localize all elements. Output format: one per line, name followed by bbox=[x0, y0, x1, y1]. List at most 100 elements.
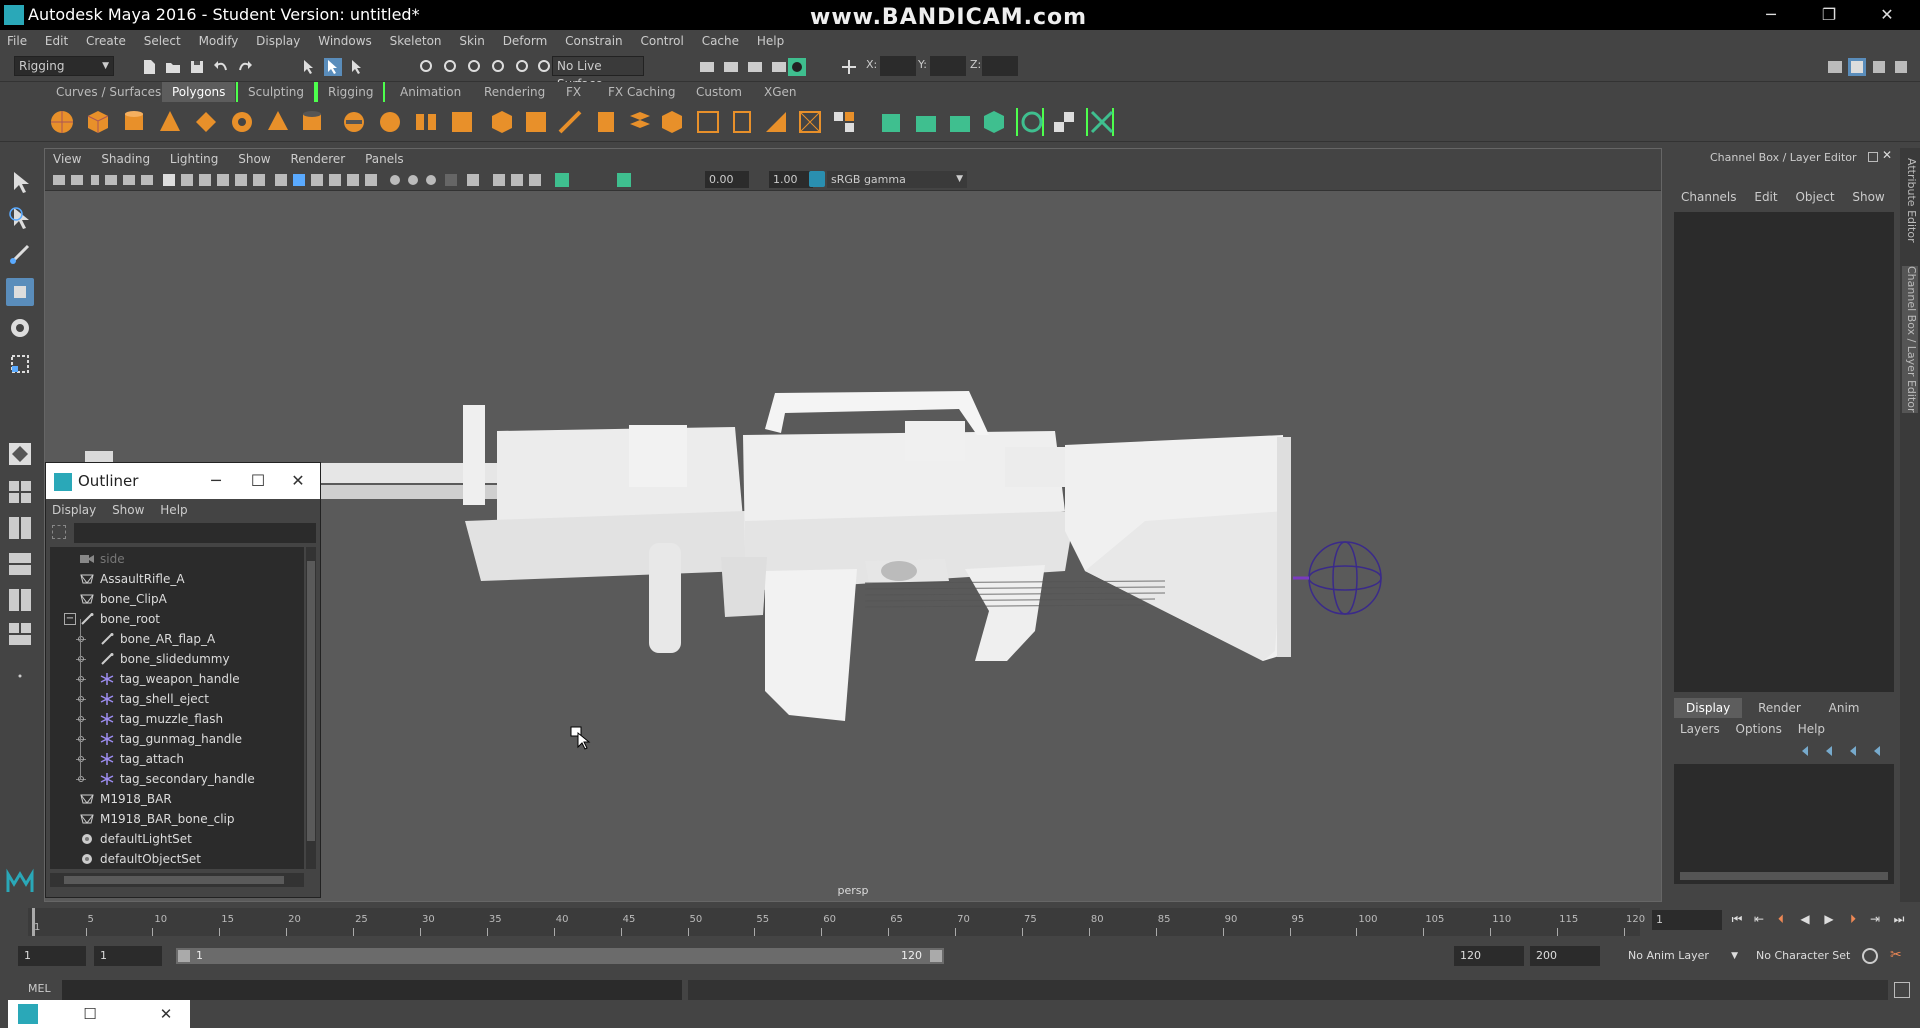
paint-select-tool-icon[interactable] bbox=[6, 240, 34, 268]
lasso-tool-icon[interactable] bbox=[6, 204, 34, 232]
outliner-item[interactable]: bone_slidedummy bbox=[50, 649, 304, 669]
redo-icon[interactable] bbox=[236, 58, 254, 76]
render-settings-icon[interactable] bbox=[746, 58, 764, 76]
vp-menu-renderer[interactable]: Renderer bbox=[282, 149, 353, 169]
tab-fx-caching[interactable]: FX Caching bbox=[598, 82, 685, 102]
anim-layer-dropdown[interactable]: No Anim Layer ▼ bbox=[1622, 946, 1740, 966]
range-start-handle[interactable] bbox=[178, 950, 190, 962]
viewport-toolbar-icons[interactable] bbox=[49, 169, 709, 191]
tab-display-layers[interactable]: Display bbox=[1674, 698, 1743, 718]
outliner-item[interactable]: tag_muzzle_flash bbox=[50, 709, 304, 729]
menu-constrain[interactable]: Constrain bbox=[558, 30, 630, 52]
outliner-hscroll-thumb[interactable] bbox=[64, 876, 284, 884]
outliner-minimize-button[interactable]: ─ bbox=[196, 467, 236, 495]
graph-editor-layout-icon[interactable] bbox=[6, 586, 34, 614]
layer-menu-options[interactable]: Options bbox=[1730, 722, 1788, 736]
poly-plane-icon[interactable] bbox=[192, 108, 220, 136]
outliner-item[interactable]: tag_attach bbox=[50, 749, 304, 769]
outliner-item[interactable]: tag_shell_eject bbox=[50, 689, 304, 709]
menu-skeleton[interactable]: Skeleton bbox=[383, 30, 449, 52]
step-back-frame-icon[interactable]: ⏴ bbox=[1772, 912, 1790, 928]
outliner-menu-display[interactable]: Display bbox=[46, 499, 102, 521]
transform-constraint-icon[interactable] bbox=[840, 58, 858, 76]
tool-settings-icon[interactable] bbox=[1870, 58, 1888, 76]
vp-menu-lighting[interactable]: Lighting bbox=[162, 149, 227, 169]
multi-cut-icon[interactable] bbox=[556, 108, 584, 136]
snap-curve-icon[interactable] bbox=[442, 58, 460, 76]
outliner-item[interactable]: bone_AR_flap_A bbox=[50, 629, 304, 649]
y-field[interactable] bbox=[930, 56, 966, 76]
color-management-icon[interactable] bbox=[809, 171, 825, 187]
color-space-dropdown[interactable]: sRGB gamma ▼ bbox=[827, 171, 967, 188]
go-to-start-icon[interactable]: ⏮ bbox=[1728, 912, 1746, 928]
search-filter-icon[interactable] bbox=[52, 525, 66, 539]
outliner-horizontal-scrollbar[interactable] bbox=[50, 873, 304, 887]
select-hierarchy-icon[interactable] bbox=[300, 58, 318, 76]
rig-constraint-icon[interactable] bbox=[1086, 108, 1114, 136]
outliner-maximize-button[interactable]: ☐ bbox=[238, 467, 278, 495]
bevel-icon[interactable] bbox=[488, 108, 516, 136]
smooth-icon[interactable] bbox=[448, 108, 476, 136]
more-layouts-icon[interactable] bbox=[6, 656, 34, 684]
extract-icon[interactable] bbox=[412, 108, 440, 136]
planar-map-icon[interactable] bbox=[728, 108, 756, 136]
menu-display[interactable]: Display bbox=[249, 30, 307, 52]
outliner-item[interactable]: M1918_BAR bbox=[50, 789, 304, 809]
outliner-close-button[interactable]: ✕ bbox=[278, 467, 318, 495]
combine-icon[interactable] bbox=[340, 108, 368, 136]
step-forward-frame-icon[interactable]: ⏵ bbox=[1844, 912, 1862, 928]
snap-surface-icon[interactable] bbox=[514, 58, 532, 76]
current-time-indicator[interactable] bbox=[32, 908, 35, 936]
tab-xgen[interactable]: XGen bbox=[754, 82, 807, 102]
new-scene-icon[interactable] bbox=[140, 58, 158, 76]
move-tool-icon[interactable] bbox=[6, 278, 34, 306]
float-panel-icon[interactable] bbox=[1868, 152, 1878, 162]
open-scene-icon[interactable] bbox=[164, 58, 182, 76]
tab-fx[interactable]: FX bbox=[556, 82, 591, 102]
layer-menu-layers[interactable]: Layers bbox=[1674, 722, 1726, 736]
single-pane-layout-icon[interactable] bbox=[6, 440, 34, 468]
range-end-handle[interactable] bbox=[930, 950, 942, 962]
select-component-icon[interactable] bbox=[348, 58, 366, 76]
menu-select[interactable]: Select bbox=[137, 30, 188, 52]
poly-cone-icon[interactable] bbox=[156, 108, 184, 136]
x-field[interactable] bbox=[880, 56, 916, 76]
vp-menu-show[interactable]: Show bbox=[230, 149, 278, 169]
select-tool-icon[interactable] bbox=[6, 168, 34, 196]
menu-edit[interactable]: Edit bbox=[38, 30, 75, 52]
menu-skin[interactable]: Skin bbox=[452, 30, 492, 52]
z-field[interactable] bbox=[982, 56, 1018, 76]
minimized-close-button[interactable]: ✕ bbox=[148, 1002, 184, 1026]
outliner-item[interactable]: side bbox=[50, 549, 304, 569]
two-pane-layout-icon[interactable] bbox=[6, 514, 34, 542]
rotate-tool-icon[interactable] bbox=[6, 314, 34, 342]
playback-end-field[interactable]: 120 bbox=[1454, 946, 1524, 966]
close-panel-icon[interactable]: ✕ bbox=[1882, 148, 1892, 162]
root-joint-locator[interactable] bbox=[1293, 541, 1382, 615]
rig-paint-weights-icon[interactable] bbox=[980, 108, 1008, 136]
tab-attribute-editor[interactable]: Attribute Editor bbox=[1902, 158, 1918, 243]
outliner-item[interactable]: tag_weapon_handle bbox=[50, 669, 304, 689]
current-frame-field[interactable]: 1 bbox=[1652, 910, 1722, 930]
outliner-vertical-scrollbar[interactable] bbox=[306, 547, 316, 869]
spherical-map-icon[interactable] bbox=[796, 108, 824, 136]
vp-menu-panels[interactable]: Panels bbox=[357, 149, 412, 169]
automatic-map-icon[interactable] bbox=[830, 108, 858, 136]
menu-set-dropdown[interactable]: Rigging ▼ bbox=[14, 56, 114, 76]
channel-box-toggle-icon[interactable] bbox=[1892, 58, 1910, 76]
tab-rigging[interactable]: Rigging bbox=[316, 82, 386, 102]
tab-custom[interactable]: Custom bbox=[686, 82, 752, 102]
save-scene-icon[interactable] bbox=[188, 58, 206, 76]
vp-menu-shading[interactable]: Shading bbox=[93, 149, 158, 169]
select-object-icon[interactable] bbox=[324, 58, 342, 76]
uv-editor-icon[interactable] bbox=[694, 108, 722, 136]
cb-menu-edit[interactable]: Edit bbox=[1747, 190, 1784, 204]
time-slider[interactable]: 1 5 10 15 20 25 30 35 40 45 50 55 60 65 70 75 80 85 90 95 10… bbox=[0, 904, 1920, 940]
tab-render-layers[interactable]: Render bbox=[1746, 698, 1813, 718]
minimize-button[interactable]: ─ bbox=[1748, 2, 1794, 28]
bridge-icon[interactable] bbox=[592, 108, 620, 136]
cb-menu-show[interactable]: Show bbox=[1845, 190, 1891, 204]
channel-list-area[interactable] bbox=[1674, 212, 1894, 692]
menu-file[interactable]: File bbox=[0, 30, 34, 52]
outliner-title-bar[interactable]: Outliner ─ ☐ ✕ bbox=[46, 463, 320, 499]
